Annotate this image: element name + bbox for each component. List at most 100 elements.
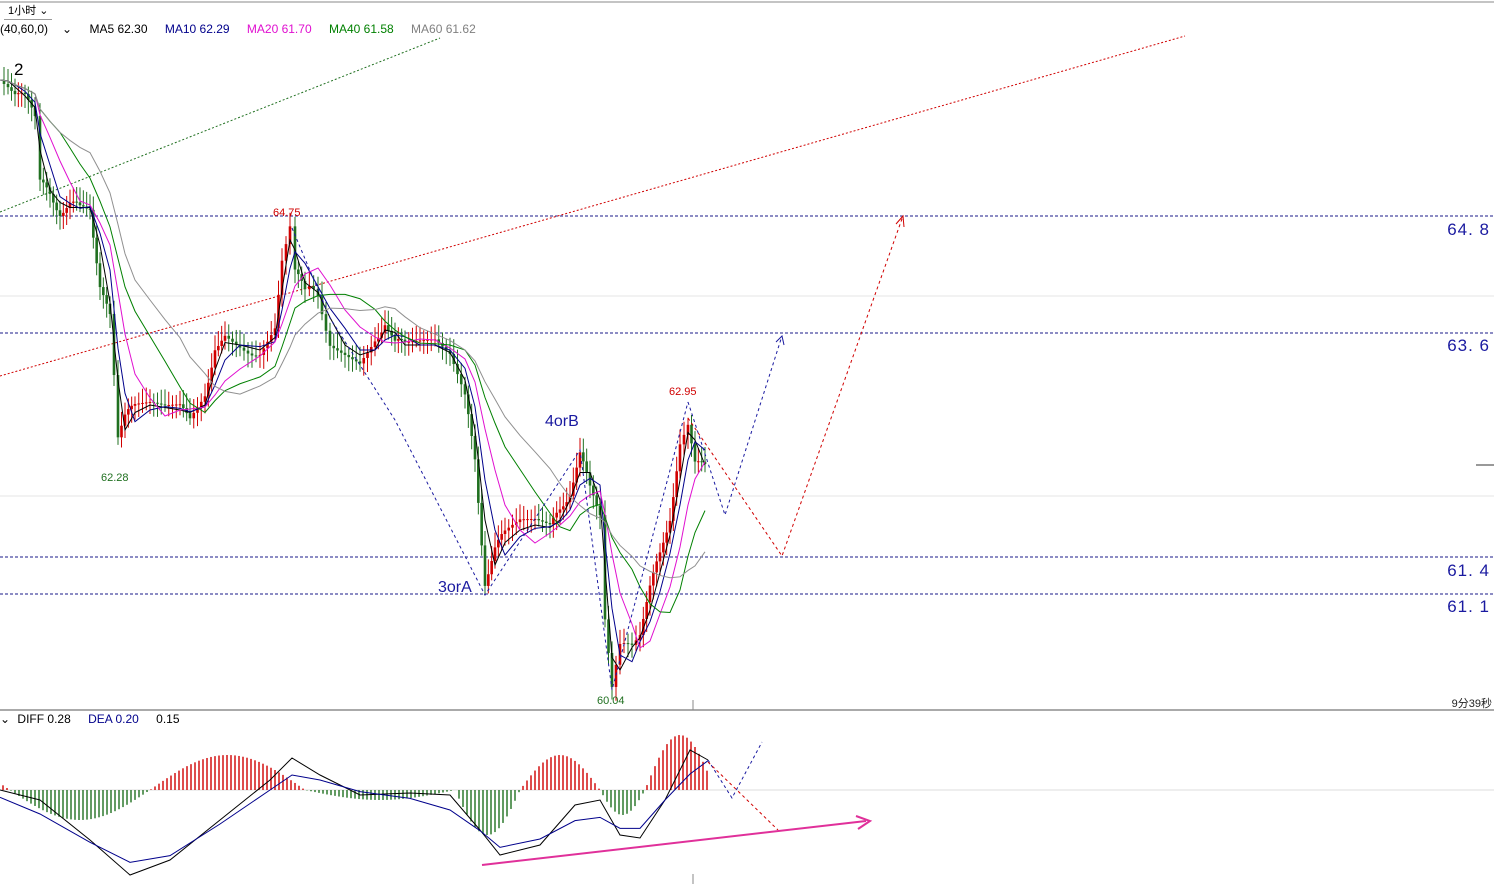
candle-body — [171, 404, 174, 406]
candle-body — [652, 572, 655, 586]
candle-body — [336, 348, 339, 351]
macd-projection-red — [707, 761, 779, 831]
candle-body — [246, 350, 250, 354]
wave-label-4orB: 4orB — [545, 413, 579, 430]
candle-body — [254, 355, 258, 357]
legend-ma10: MA10 62.29 — [164, 22, 230, 36]
candle-body — [328, 330, 332, 346]
candle-body — [105, 295, 108, 304]
candle-body — [78, 202, 82, 206]
candle-body — [156, 402, 159, 404]
price-label-low-2: 60.04 — [597, 695, 625, 707]
ma-legend: (40,60,0) ⌄ MA5 62.30 MA10 62.29 MA20 61.… — [0, 22, 490, 36]
candle-body — [393, 335, 397, 341]
legend-ma60: MA60 61.62 — [411, 22, 476, 36]
candle-body — [137, 403, 141, 405]
candle-body — [578, 452, 582, 468]
candle-body — [182, 404, 185, 409]
candle-body — [220, 340, 223, 346]
candle-body — [297, 269, 300, 275]
candle-body — [585, 461, 588, 473]
timeframe-selector[interactable]: 1小时 ⌄ — [4, 3, 53, 20]
candle-body — [250, 353, 254, 356]
ma-params: (40,60,0) ⌄ — [0, 22, 73, 36]
candle-body — [387, 325, 390, 331]
candle-body — [141, 402, 144, 404]
level-label-61-4: 61. 4 — [1447, 561, 1490, 580]
candle-body — [662, 542, 665, 553]
level-label-64-8: 64. 8 — [1447, 220, 1490, 239]
candle-body — [555, 512, 558, 518]
candle-body — [231, 338, 234, 342]
candle-body — [75, 201, 78, 203]
countdown-timer: 9分39秒 — [1451, 698, 1492, 710]
level-label-61-1: 61. 1 — [1447, 597, 1490, 616]
candle-body — [630, 643, 634, 645]
candle-body — [397, 339, 400, 341]
candle-body — [373, 341, 377, 347]
candle-body — [347, 354, 351, 358]
candle-body — [42, 179, 45, 183]
candle-body — [217, 345, 220, 351]
candle-body — [167, 404, 171, 406]
candle-body — [120, 425, 123, 438]
candle-body — [144, 402, 148, 404]
macd-chevron-icon: ⌄ — [0, 712, 11, 726]
candle-body — [10, 87, 13, 91]
legend-ma5: MA5 62.30 — [89, 22, 148, 36]
trendline-green — [0, 37, 441, 213]
candle-body — [242, 347, 246, 351]
candle-body — [648, 585, 652, 602]
candle-body — [102, 287, 105, 296]
candle-body — [548, 522, 552, 525]
projection-blue — [687, 335, 783, 517]
candle-body — [537, 519, 541, 521]
candle-body — [72, 201, 75, 203]
chevron-down-icon: ⌄ — [39, 5, 49, 17]
level-label-63-6: 63. 6 — [1447, 336, 1490, 355]
candle-body — [418, 340, 422, 342]
candle-body — [626, 643, 630, 645]
candle-body — [697, 461, 700, 463]
candle-body — [480, 502, 483, 546]
candle-body — [582, 452, 585, 462]
wave-path — [291, 227, 689, 691]
candle-body — [17, 93, 20, 95]
candle-body — [62, 212, 65, 216]
candle-body — [562, 506, 565, 510]
candle-body — [511, 524, 514, 528]
candle-body — [700, 461, 703, 463]
ma60-line — [0, 79, 706, 579]
divergence-line — [481, 820, 867, 866]
candle-body — [544, 521, 548, 523]
candle-body — [362, 357, 366, 364]
candle-body — [148, 401, 152, 403]
price-label-high-2: 62.95 — [669, 386, 697, 398]
candle-body — [507, 527, 511, 531]
candle-body — [192, 412, 196, 419]
legend-macd: 0.15 — [156, 712, 180, 726]
candle-body — [223, 335, 227, 341]
timeframe-label: 1小时 — [8, 5, 37, 17]
candle-body — [343, 352, 347, 355]
projection-red — [687, 215, 904, 558]
candle-body — [558, 509, 562, 513]
candle-body — [188, 413, 192, 419]
candle-body — [332, 345, 336, 349]
candle-body — [13, 90, 17, 95]
candle-body — [159, 403, 163, 405]
legend-diff: DIFF 0.28 — [17, 712, 71, 726]
candle-body — [693, 443, 697, 462]
candle-body — [82, 205, 85, 207]
ma5-line — [0, 79, 706, 671]
candle-body — [655, 561, 658, 573]
candle-body — [678, 444, 682, 472]
candle-body — [682, 434, 686, 445]
price-chart[interactable] — [0, 0, 1494, 884]
macd-diff-line — [0, 749, 709, 876]
candle-body — [665, 532, 668, 543]
candle-body — [541, 520, 544, 522]
candle-body — [45, 182, 48, 188]
candle-body — [487, 574, 490, 586]
macd-legend: ⌄ DIFF 0.28 DEA 0.20 0.15 — [0, 712, 194, 726]
